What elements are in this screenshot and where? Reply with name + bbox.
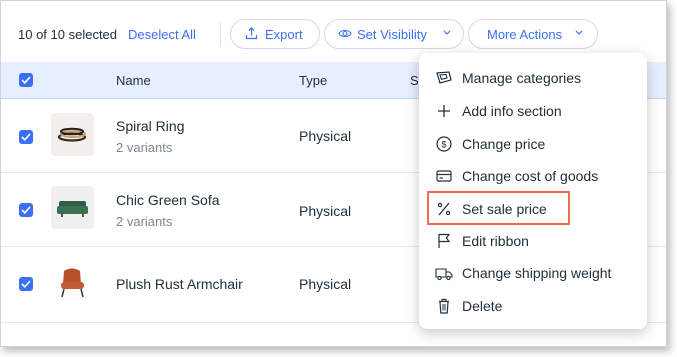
- credit-card-icon: [435, 168, 453, 184]
- column-header-partial[interactable]: S: [410, 73, 419, 88]
- menu-item-label: Edit ribbon: [462, 233, 529, 249]
- product-variants: 2 variants: [116, 140, 173, 155]
- export-button[interactable]: Export: [230, 19, 320, 49]
- chevron-down-icon: [575, 30, 583, 36]
- product-type: Physical: [299, 128, 352, 144]
- highlight-box: [427, 191, 570, 225]
- product-thumbnail[interactable]: [51, 186, 94, 229]
- select-all-checkbox[interactable]: [19, 73, 33, 87]
- green-sofa-image: [51, 186, 94, 229]
- column-header-name[interactable]: Name: [116, 73, 151, 88]
- menu-item-change-cost-of-goods[interactable]: Change cost of goods: [419, 162, 647, 190]
- set-visibility-button[interactable]: Set Visibility: [324, 19, 464, 49]
- menu-item-delete[interactable]: Delete: [419, 292, 647, 320]
- menu-item-label: Change cost of goods: [462, 168, 599, 184]
- menu-item-label: Delete: [462, 298, 503, 314]
- categories-icon: [435, 70, 453, 86]
- product-thumbnail[interactable]: [51, 113, 94, 156]
- spiral-ring-image: [51, 113, 94, 156]
- product-name[interactable]: Spiral Ring: [116, 118, 184, 134]
- plus-icon: [435, 103, 453, 119]
- row-checkbox[interactable]: [19, 203, 33, 217]
- menu-item-manage-categories[interactable]: Manage categories: [419, 64, 647, 92]
- menu-item-label: Change shipping weight: [462, 265, 612, 281]
- chevron-down-icon: [443, 30, 451, 36]
- menu-item-change-shipping-weight[interactable]: Change shipping weight: [419, 259, 647, 287]
- menu-item-label: Change price: [462, 136, 546, 152]
- trash-icon: [435, 298, 453, 314]
- menu-item-edit-ribbon[interactable]: Edit ribbon: [419, 227, 647, 255]
- menu-item-add-info-section[interactable]: Add info section: [419, 97, 647, 125]
- product-thumbnail[interactable]: [51, 261, 94, 304]
- dollar-circle-icon: $: [435, 136, 453, 152]
- eye-icon: [338, 28, 352, 39]
- export-label: Export: [265, 27, 303, 42]
- row-checkbox[interactable]: [19, 130, 33, 144]
- flag-icon: [435, 233, 453, 249]
- product-type: Physical: [299, 276, 352, 292]
- product-type: Physical: [299, 203, 352, 219]
- product-name[interactable]: Plush Rust Armchair: [116, 276, 243, 292]
- toolbar-divider: [220, 22, 221, 46]
- menu-item-label: Manage categories: [462, 70, 582, 86]
- more-actions-button[interactable]: More Actions: [468, 19, 598, 49]
- product-variants: 2 variants: [116, 214, 173, 229]
- products-panel: 10 of 10 selected Deselect All Export Se…: [0, 0, 667, 347]
- set-visibility-label: Set Visibility: [357, 27, 427, 42]
- truck-icon: [435, 265, 453, 281]
- column-header-type[interactable]: Type: [299, 73, 327, 88]
- export-icon: [245, 27, 258, 40]
- selection-count: 10 of 10 selected: [18, 27, 118, 42]
- rust-armchair-image: [51, 261, 94, 304]
- product-name[interactable]: Chic Green Sofa: [116, 192, 220, 208]
- svg-text:$: $: [441, 140, 446, 150]
- row-checkbox[interactable]: [19, 277, 33, 291]
- menu-item-label: Add info section: [462, 103, 562, 119]
- deselect-all-button[interactable]: Deselect All: [128, 27, 196, 42]
- more-actions-label: More Actions: [487, 27, 563, 42]
- menu-item-change-price[interactable]: $ Change price: [419, 130, 647, 158]
- bulk-actions-toolbar: 10 of 10 selected Deselect All Export Se…: [1, 1, 666, 61]
